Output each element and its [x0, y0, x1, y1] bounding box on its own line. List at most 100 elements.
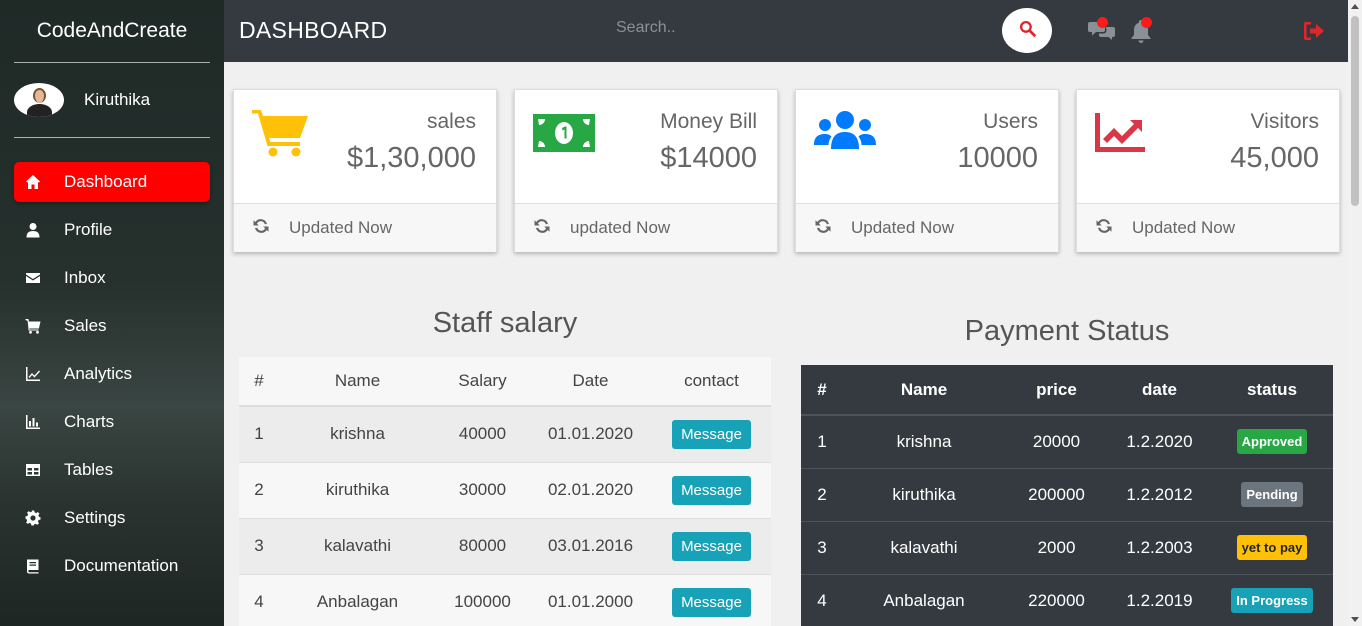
chat-icon[interactable]	[1088, 17, 1116, 44]
table-cell: 100000	[436, 573, 529, 626]
refresh-icon[interactable]	[533, 217, 570, 240]
logout-icon[interactable]	[1302, 19, 1326, 43]
sidebar-item-label: Profile	[64, 220, 113, 239]
table-cell: 01.01.2020	[529, 405, 652, 462]
sidebar-item-label: Dashboard	[64, 172, 148, 191]
card-footer-text: updated Now	[570, 218, 671, 237]
staff-salary-table: # Name Salary Date contact 1 krishna 400…	[239, 357, 771, 626]
gear-icon	[24, 509, 42, 527]
topbar: DASHBOARD	[224, 0, 1348, 62]
sidebar-item-label: Inbox	[64, 268, 106, 287]
user-icon	[24, 221, 42, 239]
sidebar-item-tables[interactable]: Tables	[14, 450, 210, 490]
table-cell: 80000	[436, 517, 529, 574]
search-button[interactable]	[1002, 8, 1052, 53]
sidebar-item-analytics[interactable]: Analytics	[14, 354, 210, 394]
sidebar-item-charts[interactable]: Charts	[14, 402, 210, 442]
sidebar-item-sales[interactable]: Sales	[14, 306, 210, 346]
card-value: 45,000	[1230, 142, 1319, 174]
stat-card-users: Users 10000 Updated Now	[795, 89, 1059, 252]
table-header-row: # Name price date status	[801, 365, 1333, 416]
home-icon	[24, 173, 42, 191]
sidebar-item-label: Tables	[64, 460, 114, 479]
card-value: $1,30,000	[346, 142, 476, 174]
chart-line-icon	[1095, 108, 1145, 158]
cart-icon	[24, 317, 42, 335]
user-name: Kiruthika	[84, 90, 151, 109]
status-badge: Pending	[1241, 482, 1303, 507]
message-button[interactable]: Message	[672, 587, 751, 617]
cart-icon	[252, 108, 308, 163]
sidebar-item-documentation[interactable]: Documentation	[14, 546, 210, 586]
sidebar-item-label: Settings	[64, 508, 126, 527]
table-cell: 200000	[1005, 467, 1108, 521]
table-row: 4 Anbalagan 100000 01.01.2000 Message	[239, 573, 771, 626]
table-cell: 2	[239, 461, 279, 518]
table-cell: krishna	[279, 405, 436, 462]
table-cell: 2000	[1005, 520, 1108, 574]
refresh-icon[interactable]	[814, 217, 851, 240]
search-icon	[1019, 20, 1036, 42]
table-cell: 3	[801, 520, 843, 574]
message-button[interactable]: Message	[672, 475, 751, 505]
table-cell: 30000	[436, 461, 529, 518]
message-button[interactable]: Message	[672, 531, 751, 561]
money-bill-icon	[533, 108, 595, 158]
column-header: Name	[279, 357, 436, 407]
page-scrollbar[interactable]	[1348, 0, 1362, 626]
table-row: 1 krishna 40000 01.01.2020 Message	[239, 405, 771, 462]
bell-icon[interactable]	[1128, 17, 1154, 44]
table-cell: kalavathi	[279, 517, 436, 574]
search-input[interactable]	[616, 14, 986, 42]
sidebar-item-profile[interactable]: Profile	[14, 210, 210, 250]
column-header: #	[239, 357, 279, 407]
table-cell: 1	[239, 405, 279, 462]
table-header-row: # Name Salary Date contact	[239, 357, 771, 407]
table-row: 2 kiruthika 30000 02.01.2020 Message	[239, 461, 771, 518]
sidebar-item-inbox[interactable]: Inbox	[14, 258, 210, 298]
card-footer-text: Updated Now	[851, 218, 955, 237]
table-cell: 3	[239, 517, 279, 574]
column-header: Salary	[436, 357, 529, 407]
sidebar-item-settings[interactable]: Settings	[14, 498, 210, 538]
users-icon	[814, 108, 876, 162]
sidebar-nav: Dashboard Profile Inbox Sales Analytics …	[0, 162, 224, 586]
stat-card-money-bill: Money Bill $14000 updated Now	[514, 89, 778, 252]
table-cell: 40000	[436, 405, 529, 462]
sidebar-item-label: Sales	[64, 316, 107, 335]
table-cell: 220000	[1005, 573, 1108, 626]
card-value: $14000	[660, 142, 757, 174]
sidebar-item-label: Analytics	[64, 364, 133, 383]
table-row: 2 kiruthika 200000 1.2.2012 Pending	[801, 467, 1333, 521]
stat-card-visitors: Visitors 45,000 Updated Now	[1076, 89, 1340, 252]
user-profile[interactable]: Kiruthika	[0, 63, 224, 137]
column-header: Name	[843, 365, 1005, 416]
message-button[interactable]: Message	[672, 419, 751, 449]
status-badge: Approved	[1236, 429, 1308, 455]
sidebar-item-label: Documentation	[64, 556, 179, 575]
brand-logo[interactable]: CodeAndCreate	[0, 0, 224, 62]
refresh-icon[interactable]	[252, 217, 289, 240]
table-cell: krishna	[843, 414, 1005, 468]
sidebar-item-label: Charts	[64, 412, 115, 431]
column-header: Date	[529, 357, 652, 407]
table-row: 1 krishna 20000 1.2.2020 Approved	[801, 414, 1333, 468]
table-cell: 1.2.2012	[1108, 467, 1211, 521]
table-cell: 2	[801, 467, 843, 521]
notification-dot	[1097, 17, 1108, 28]
table-cell: Anbalagan	[279, 573, 436, 626]
column-header: contact	[652, 357, 771, 407]
table-cell: kiruthika	[279, 461, 436, 518]
table-cell: 4	[801, 573, 843, 626]
book-icon	[24, 557, 42, 575]
envelope-icon	[24, 269, 42, 287]
avatar	[14, 83, 64, 117]
sidebar-item-dashboard[interactable]: Dashboard	[14, 162, 210, 202]
refresh-icon[interactable]	[1095, 217, 1132, 240]
card-label: Visitors	[1250, 110, 1319, 133]
table-cell: 20000	[1005, 414, 1108, 468]
table-cell: kalavathi	[843, 520, 1005, 574]
status-badge: yet to pay	[1236, 535, 1308, 560]
column-header: date	[1108, 365, 1211, 416]
table-row: 3 kalavathi 80000 03.01.2016 Message	[239, 517, 771, 574]
